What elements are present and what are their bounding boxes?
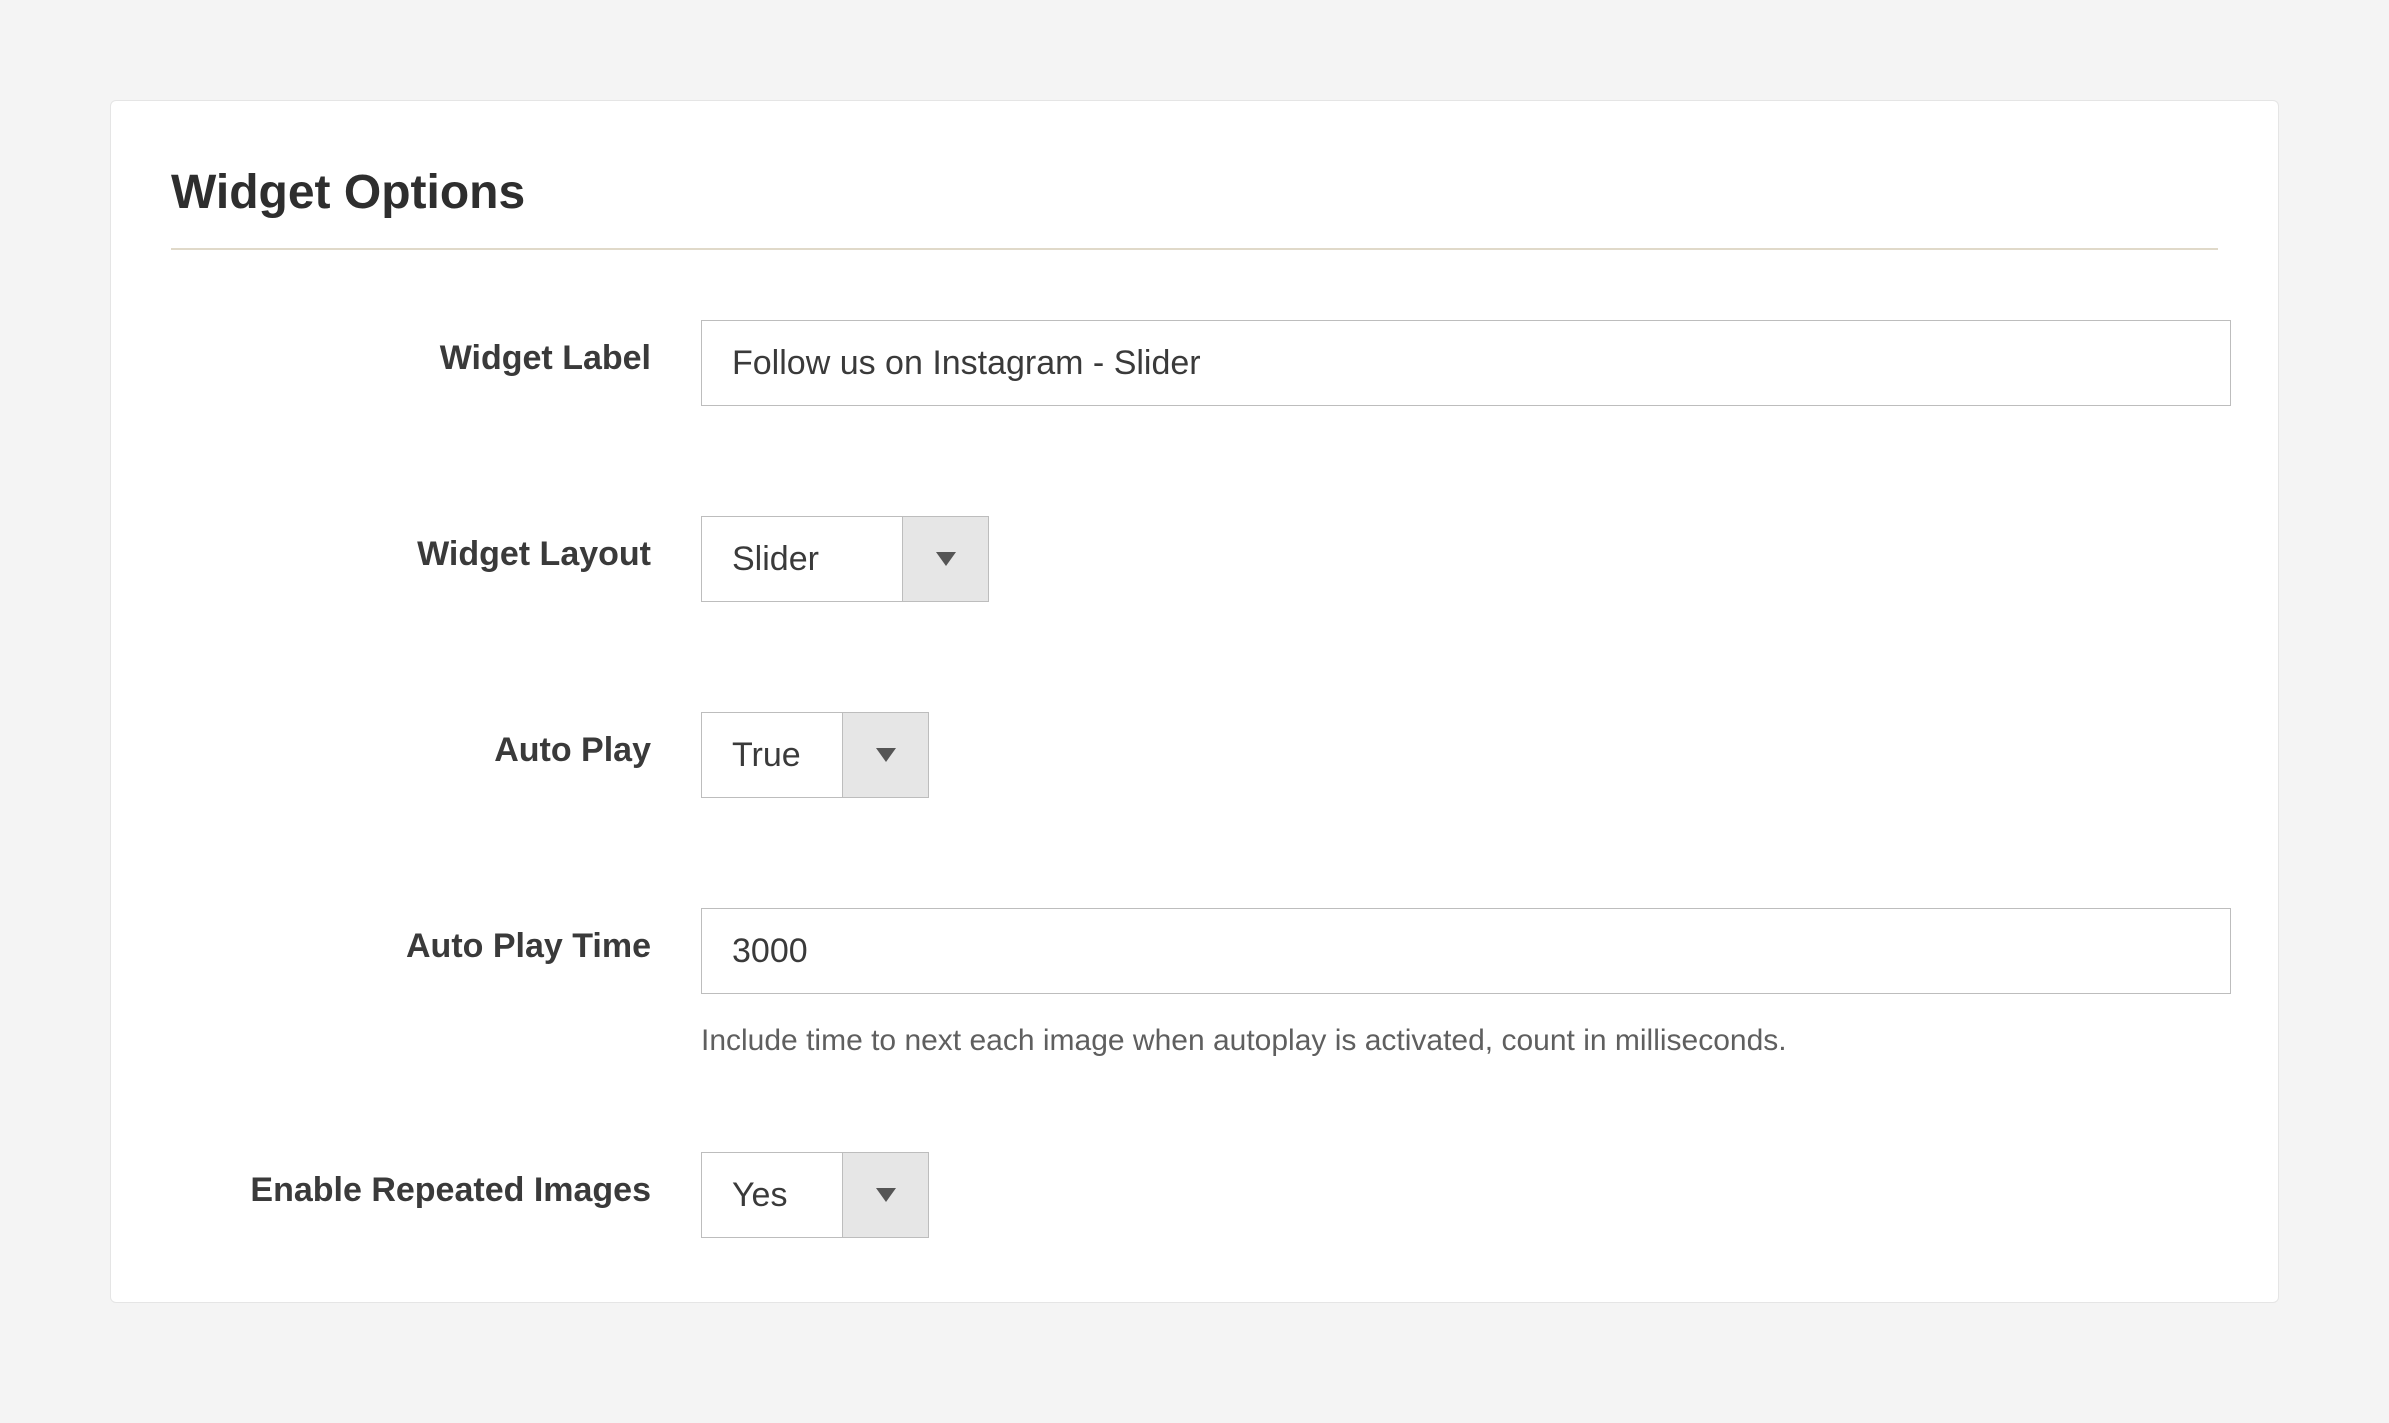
label-widget-label: Widget Label: [171, 320, 701, 382]
label-widget-layout: Widget Layout: [171, 516, 701, 578]
caret-down-icon: [842, 1153, 928, 1237]
widget-layout-select-value: Slider: [702, 517, 902, 601]
auto-play-select[interactable]: True: [701, 712, 929, 798]
panel-title: Widget Options: [171, 165, 2218, 220]
row-auto-play-time: Auto Play Time Include time to next each…: [171, 908, 2218, 1062]
label-enable-repeated-images: Enable Repeated Images: [171, 1152, 701, 1214]
widget-options-panel: Widget Options Widget Label Widget Layou…: [110, 100, 2279, 1303]
enable-repeated-images-select[interactable]: Yes: [701, 1152, 929, 1238]
row-widget-layout: Widget Layout Slider: [171, 516, 2218, 602]
row-auto-play: Auto Play True: [171, 712, 2218, 798]
widget-label-input[interactable]: [701, 320, 2231, 406]
caret-down-icon: [902, 517, 988, 601]
label-auto-play-time: Auto Play Time: [171, 908, 701, 970]
auto-play-time-input[interactable]: [701, 908, 2231, 994]
widget-layout-select[interactable]: Slider: [701, 516, 989, 602]
enable-repeated-images-select-value: Yes: [702, 1153, 842, 1237]
auto-play-time-helper: Include time to next each image when aut…: [701, 1020, 2231, 1062]
row-widget-label: Widget Label: [171, 320, 2218, 406]
auto-play-select-value: True: [702, 713, 842, 797]
title-divider: [171, 248, 2218, 250]
label-auto-play: Auto Play: [171, 712, 701, 774]
caret-down-icon: [842, 713, 928, 797]
row-enable-repeated-images: Enable Repeated Images Yes: [171, 1152, 2218, 1238]
